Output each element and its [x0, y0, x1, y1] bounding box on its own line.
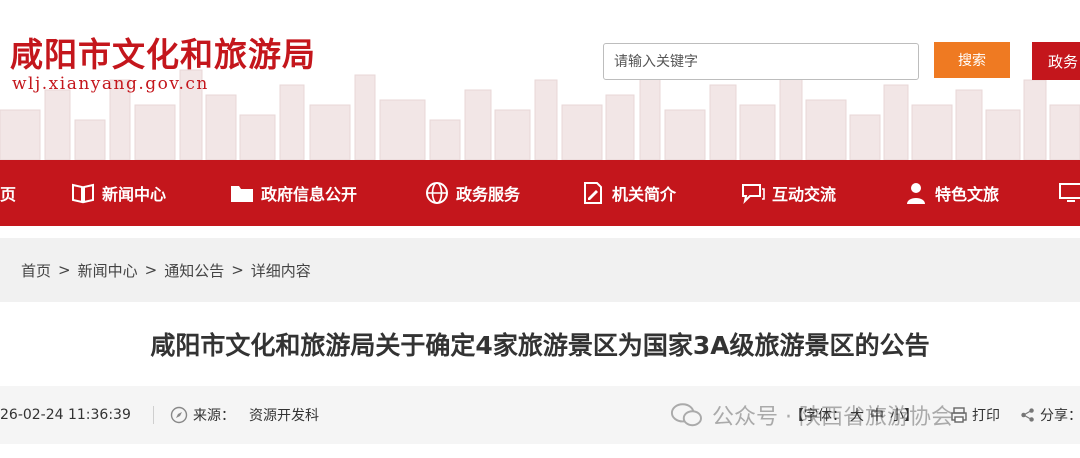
folder-icon	[231, 186, 253, 202]
nav-item-label: 政府信息公开	[261, 185, 358, 204]
globe-icon	[426, 182, 448, 204]
nav-item-home[interactable]: 页	[0, 160, 16, 226]
nav-item-interaction[interactable]: 互动交流	[740, 160, 836, 226]
compass-icon	[170, 406, 188, 424]
font-size-large[interactable]: 大	[850, 405, 864, 425]
font-size-label: 【字体：	[790, 408, 846, 424]
print-label: 打印	[972, 408, 1000, 424]
font-size-small[interactable]: 小	[890, 405, 904, 425]
site-domain: wlj.xianyang.gov.cn	[12, 74, 209, 94]
print-icon	[951, 407, 967, 423]
breadcrumb: ： 首页 > 新闻中心 > 通知公告 > 详细内容	[0, 238, 1080, 302]
publish-date: 26-02-24 11:36:39	[0, 407, 131, 423]
wechat-icon	[670, 403, 702, 427]
book-icon	[72, 183, 94, 204]
breadcrumb-home[interactable]: 首页	[21, 260, 51, 281]
search-input[interactable]	[603, 43, 919, 80]
breadcrumb-separator: >	[58, 261, 71, 279]
nav-item-label: 互动交流	[772, 185, 837, 204]
search-button[interactable]: 搜索	[934, 42, 1010, 78]
source-value: 资源开发科	[249, 408, 319, 424]
nav-item-culture-tourism[interactable]: 特色文旅	[903, 160, 999, 226]
font-size-close: 】	[904, 408, 918, 424]
nav-item-news[interactable]: 新闻中心	[70, 160, 166, 226]
nav-item-label: 机关简介	[612, 185, 677, 204]
article-title: 咸阳市文化和旅游局关于确定4家旅游景区为国家3A级旅游景区的公告	[150, 331, 930, 360]
font-size-medium[interactable]: 中	[870, 405, 884, 425]
nav-item-label: 页	[0, 185, 17, 204]
share-icon	[1021, 408, 1034, 422]
person-icon	[907, 183, 925, 204]
site-header: 咸阳市文化和旅游局 wlj.xianyang.gov.cn 搜索 政务	[0, 0, 1080, 160]
article-meta-bar: 26-02-24 11:36:39 来源： 资源开发科 公众号 · 陕西省旅游协…	[0, 386, 1080, 444]
breadcrumb-notices[interactable]: 通知公告	[164, 260, 224, 281]
nav-item-about[interactable]: 机关简介	[580, 160, 676, 226]
site-title[interactable]: 咸阳市文化和旅游局	[10, 28, 316, 76]
nav-item-label: 政务服务	[456, 185, 521, 204]
nav-item-label: 特色文旅	[935, 185, 1000, 204]
nav-item-gov-info[interactable]: 政府信息公开	[229, 160, 357, 226]
main-nav: 页 新闻中心 政府信息公开 政务服务 机关简介 互动交流 特色文旅	[0, 160, 1080, 226]
source-info: 来源： 资源开发科	[170, 386, 319, 444]
chat-icon	[742, 184, 765, 205]
document-pen-icon	[584, 182, 602, 204]
share-label: 分享：	[1040, 408, 1080, 424]
breadcrumb-separator: >	[144, 261, 158, 279]
breadcrumb-separator: >	[231, 261, 244, 279]
breadcrumb-prefix: ：	[0, 260, 9, 281]
print-button[interactable]: 打印	[950, 386, 1000, 444]
share-control[interactable]: 分享：	[1020, 386, 1080, 444]
source-label: 来源：	[193, 408, 235, 424]
font-size-control: 【字体： 大 中 小 】	[790, 386, 918, 444]
monitor-icon	[1059, 183, 1080, 202]
breadcrumb-current: 详细内容	[250, 261, 311, 280]
nav-item-more[interactable]	[1058, 160, 1080, 226]
gov-affairs-button[interactable]: 政务	[1032, 42, 1080, 80]
nav-item-services[interactable]: 政务服务	[424, 160, 520, 226]
breadcrumb-news-center[interactable]: 新闻中心	[78, 260, 138, 281]
nav-item-label: 新闻中心	[102, 185, 167, 204]
meta-divider	[153, 406, 154, 424]
